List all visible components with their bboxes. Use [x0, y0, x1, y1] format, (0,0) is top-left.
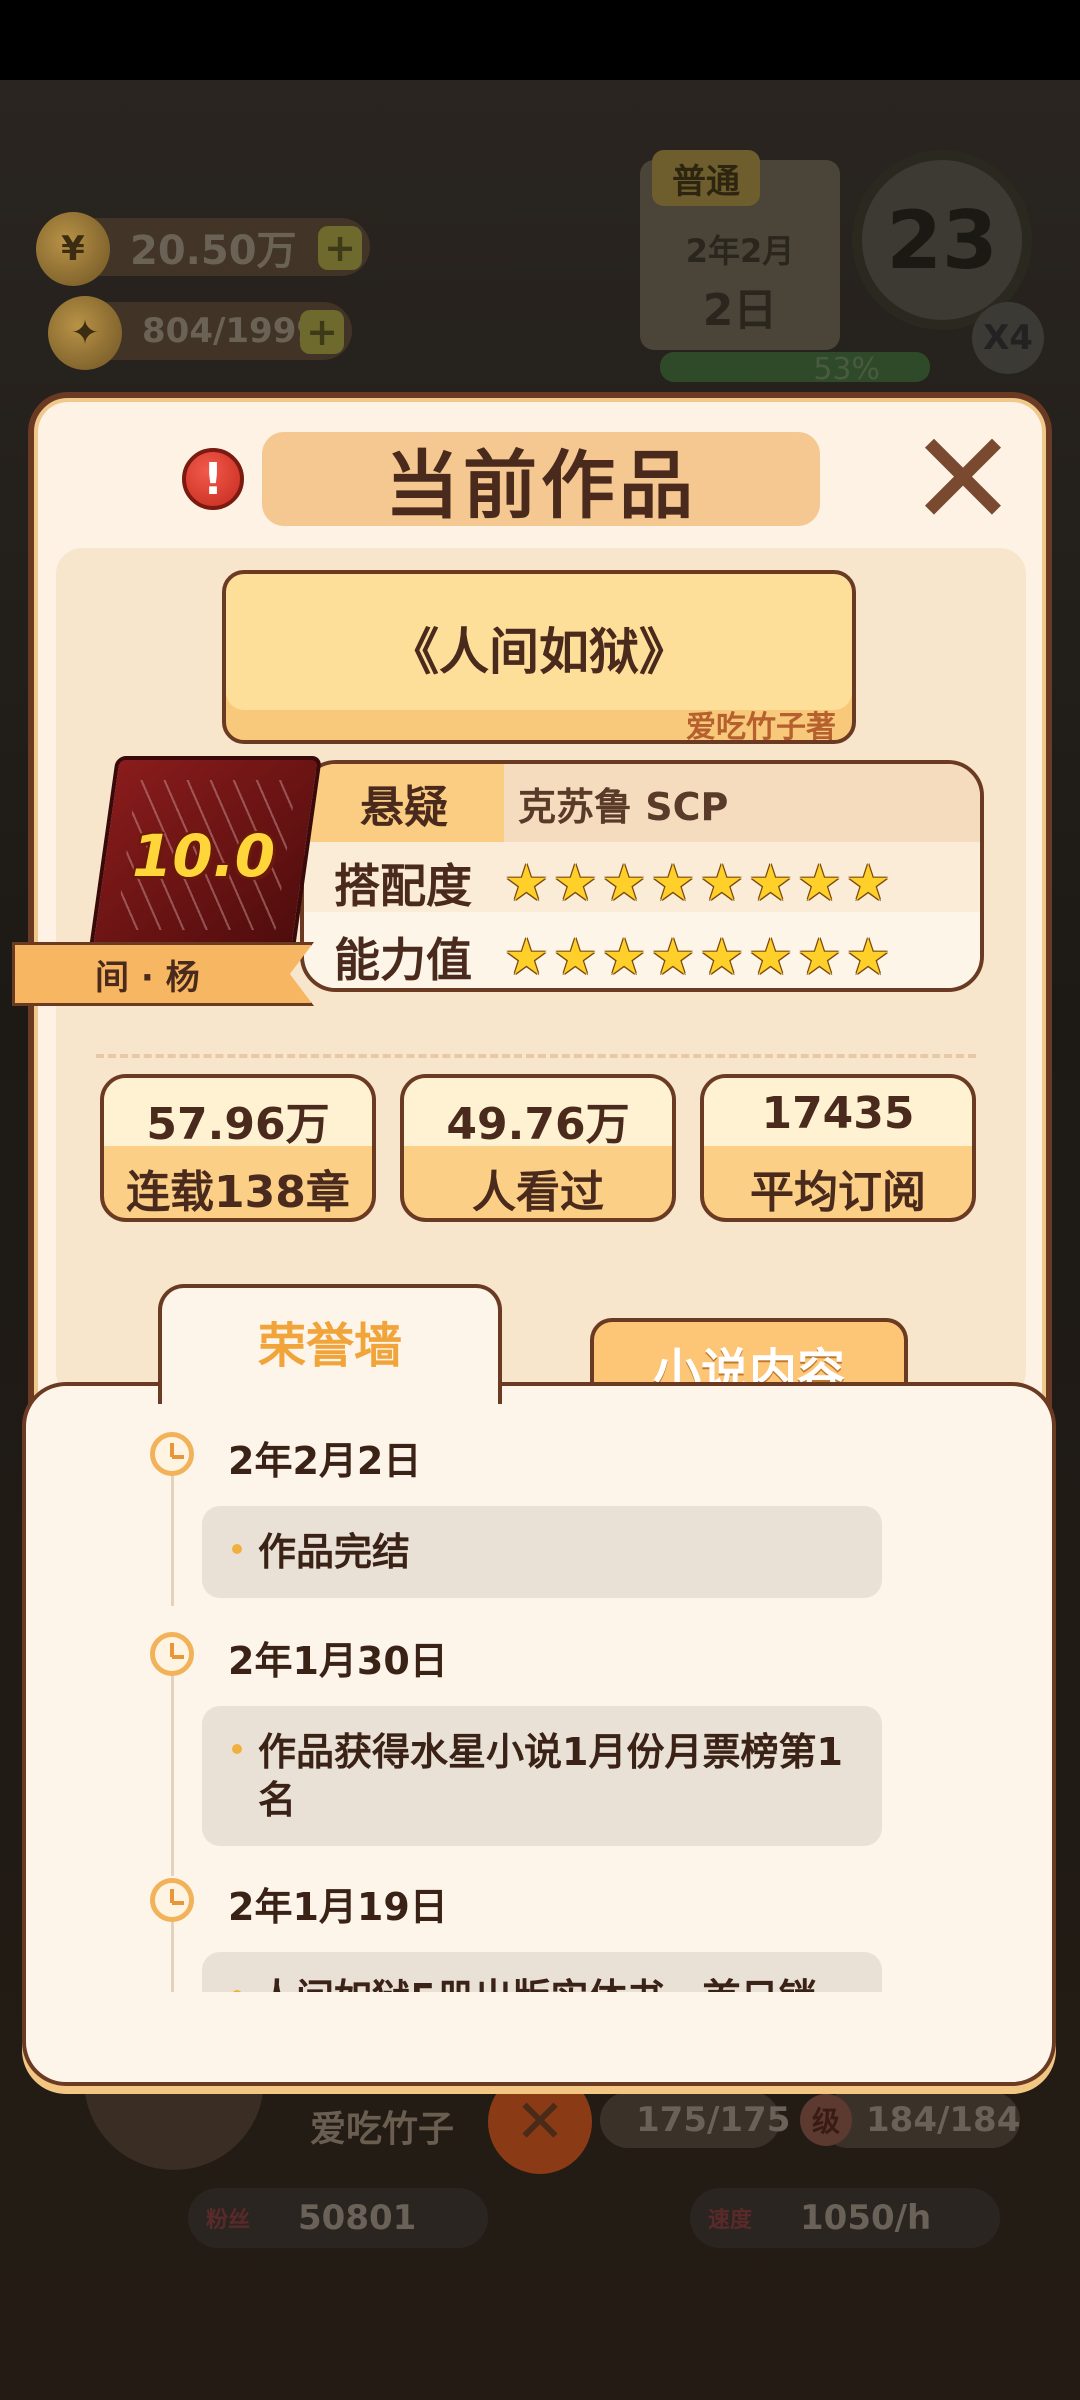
stat-value: 17435	[761, 1088, 915, 1139]
tab-honor-wall[interactable]: 荣誉墙	[158, 1284, 502, 1404]
clock-icon	[150, 1878, 194, 1922]
stat-card-subscriptions: 17435 平均订阅	[700, 1074, 976, 1222]
timeline-entry: 人间如狱5册出版实体书，首日销	[202, 1952, 882, 1992]
book-attributes: 悬疑 克苏鲁 SCP 搭配度 ★ ★ ★ ★ ★ ★ ★ ★ 能力值 ★ ★ ★ ★ ★ ★ ★ ★	[300, 760, 984, 992]
date-year-month: 2年2月	[685, 232, 795, 270]
book-author: 爱吃竹子著	[686, 710, 836, 745]
book-title-card: 《人间如狱》 爱吃竹子著	[222, 570, 856, 745]
speed-label: 速度	[707, 2208, 752, 2233]
character-name: 间 · 杨	[95, 957, 200, 998]
energy-value: 804/1999	[142, 311, 321, 351]
dialog-title: 当前作品	[262, 432, 820, 529]
fans-value: 50801	[298, 2198, 417, 2238]
book-title: 《人间如狱》	[389, 623, 689, 681]
timeline-scroll[interactable]: 2年2月2日 作品完结 2年1月30日 作品获得水星小说1月份月票榜第1名 2年…	[26, 1386, 1060, 1992]
stat-level: 级 184/184	[800, 2092, 1021, 2148]
heart-icon: 粉丝	[188, 2182, 268, 2254]
star-icon: ★	[748, 928, 793, 986]
add-energy-button[interactable]: +	[300, 310, 344, 354]
status-bar	[0, 0, 1080, 80]
stat-value: 49.76万	[446, 1099, 630, 1150]
timeline-entry: 作品获得水星小说1月份月票榜第1名	[202, 1706, 882, 1846]
book-score: 10.0	[132, 822, 276, 890]
boot-icon: 速度	[690, 2182, 770, 2254]
coins-value: 20.50万	[130, 228, 297, 274]
stat-value: 57.96万	[146, 1099, 330, 1150]
star-icon: ★	[845, 854, 891, 912]
stat-label: 人看过	[472, 1167, 604, 1218]
player-name: 爱吃竹子	[310, 2109, 455, 2150]
star-icon: ★	[601, 928, 647, 986]
timeline-line	[171, 1456, 174, 1606]
coins-counter: ¥ 20.50万 +	[36, 212, 370, 286]
stat-label: 连载138章	[126, 1167, 350, 1218]
stat-level-value: 184/184	[866, 2100, 1021, 2140]
genre-tag: 悬疑	[304, 764, 504, 842]
star-icon: ★	[699, 928, 745, 986]
ability-label: 能力值	[334, 933, 472, 987]
mode-tag[interactable]: 普通	[652, 150, 760, 206]
genre-subtags: 克苏鲁 SCP	[518, 785, 729, 829]
star-icon: ★	[845, 928, 891, 986]
stat-card-chapters: 57.96万 连载138章	[100, 1074, 376, 1222]
star-icon: ★	[748, 854, 793, 912]
speed-multiplier-button[interactable]: X4	[972, 302, 1044, 374]
star-icon: ★	[650, 854, 696, 912]
fans-counter: 粉丝 50801	[188, 2188, 488, 2248]
level-icon: 级	[800, 2094, 852, 2146]
stat-capacity-value: 175/175	[636, 2100, 791, 2140]
stat-card-views: 49.76万 人看过	[400, 1074, 676, 1222]
speed-counter: 速度 1050/h	[690, 2188, 1000, 2248]
timeline-text: 人间如狱5册出版实体书，首日销	[258, 1976, 816, 1992]
ability-stars: ★ ★ ★ ★ ★ ★ ★ ★	[504, 930, 891, 984]
clock-icon	[150, 1632, 194, 1676]
timeline-line	[171, 1656, 174, 1876]
star-icon: ★	[699, 854, 745, 912]
timeline-entry: 作品完结	[202, 1506, 882, 1598]
star-icon: ★	[650, 928, 696, 986]
timeline-text: 作品获得水星小说1月份月票榜第1名	[258, 1730, 843, 1822]
star-icon: ★	[552, 928, 598, 986]
clock-icon	[150, 1432, 194, 1476]
speed-value: 1050/h	[800, 2198, 932, 2238]
energy-counter: ✦ 804/1999 +	[48, 296, 352, 370]
warning-icon[interactable]: !	[182, 448, 244, 510]
close-button[interactable]: ✕	[908, 414, 1018, 544]
add-coins-button[interactable]: +	[318, 226, 362, 270]
match-label: 搭配度	[334, 859, 472, 913]
stat-label: 平均订阅	[750, 1167, 926, 1218]
star-icon: ★	[504, 928, 549, 986]
date-day: 2日	[702, 285, 778, 336]
star-icon: ★	[601, 854, 647, 912]
timeline-date: 2年1月19日	[228, 1885, 448, 1929]
coin-icon: ¥	[36, 212, 110, 286]
timeline-date: 2年1月30日	[228, 1639, 448, 1683]
match-stars: ★ ★ ★ ★ ★ ★ ★ ★	[504, 856, 891, 910]
lightbulb-icon: ✦	[48, 296, 122, 370]
timeline-text: 作品完结	[258, 1530, 411, 1574]
character-ribbon: 间 · 杨	[12, 942, 314, 1006]
stat-capacity: 175/175	[600, 2092, 790, 2148]
star-icon: ★	[552, 854, 598, 912]
star-icon: ★	[796, 854, 842, 912]
divider	[96, 1054, 976, 1058]
progress-bar: 53%	[660, 352, 930, 387]
honor-wall-panel: 2年2月2日 作品完结 2年1月30日 作品获得水星小说1月份月票榜第1名 2年…	[22, 1382, 1056, 2086]
star-icon: ★	[504, 854, 549, 912]
timeline-date: 2年2月2日	[228, 1439, 422, 1483]
star-icon: ★	[796, 928, 842, 986]
fans-label: 粉丝	[205, 2208, 250, 2233]
